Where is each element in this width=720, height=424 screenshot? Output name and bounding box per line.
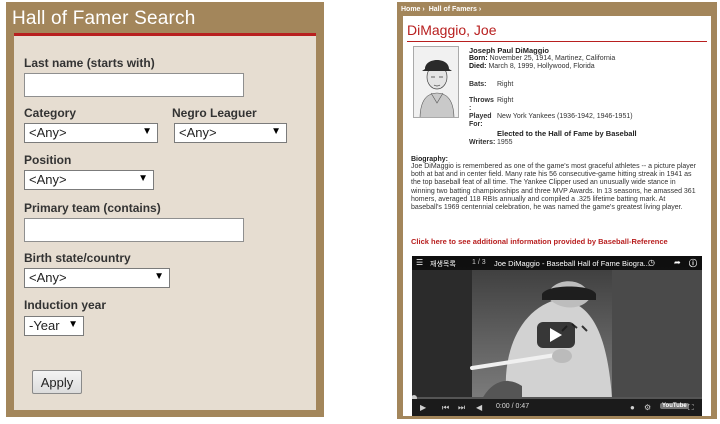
search-form: Last name (starts with) Category <Any> ▼…	[14, 33, 316, 410]
video-title[interactable]: Joe DiMaggio - Baseball Hall of Fame Bio…	[494, 259, 650, 268]
negro-leaguer-select[interactable]: <Any> ▼	[174, 123, 287, 143]
induction-year-label: Induction year	[24, 298, 107, 312]
birth-state-label: Birth state/country	[24, 251, 131, 265]
died-value: March 8, 1999, Hollywood, Florida	[488, 63, 595, 70]
played-for-value: New York Yankees (1936-1942, 1946-1951)	[497, 113, 633, 120]
category-select[interactable]: <Any> ▼	[24, 123, 158, 143]
position-label: Position	[24, 153, 72, 167]
category-label: Category	[24, 106, 77, 120]
bats-value: Right	[497, 81, 514, 88]
last-name-input[interactable]	[24, 73, 244, 97]
player-detail-body: DiMaggio, Joe Joseph Paul DiMaggio Born:…	[403, 16, 711, 416]
player-title: DiMaggio, Joe	[407, 22, 497, 38]
primary-team-input[interactable]	[24, 218, 244, 242]
negro-leaguer-select-value: <Any>	[179, 125, 217, 140]
breadcrumb: Home › Hall of Famers ›	[401, 6, 483, 13]
position-select-value: <Any>	[29, 172, 67, 187]
apply-button[interactable]: Apply	[32, 370, 82, 394]
died-line: Died: March 8, 1999, Hollywood, Florida	[469, 62, 595, 71]
volume-icon[interactable]: ◀	[476, 403, 482, 412]
hof-election-text: Elected to the Hall of Fame by Baseball	[497, 129, 637, 138]
induction-year-select-value: -Year	[29, 318, 60, 333]
dropdown-arrow-icon: ▼	[271, 126, 281, 137]
video-top-bar: ☰ 재생목록 1 / 3 Joe DiMaggio - Baseball Hal…	[412, 256, 702, 270]
dropdown-arrow-icon: ▼	[138, 173, 148, 184]
last-name-label: Last name (starts with)	[24, 56, 155, 70]
born-value: November 25, 1914, Martinez, California	[489, 55, 616, 62]
writers-label: Writers:	[469, 139, 496, 146]
youtube-logo[interactable]: YouTube	[660, 403, 689, 409]
share-icon[interactable]: ➦	[674, 258, 681, 267]
election-year: 1955	[497, 139, 513, 146]
playlist-count: 1 / 3	[472, 259, 486, 266]
throws-label: Throws	[469, 97, 494, 104]
next-icon[interactable]: ⏭	[458, 403, 465, 413]
throws-value: Right	[497, 97, 514, 104]
biography-text: Joe DiMaggio is remembered as one of the…	[411, 163, 696, 212]
primary-team-label: Primary team (contains)	[24, 201, 161, 215]
birth-state-select[interactable]: <Any> ▼	[24, 268, 170, 288]
playlist-label[interactable]: 재생목록	[430, 259, 456, 269]
born-label: Born:	[469, 55, 488, 62]
player-photo	[413, 46, 459, 118]
player-detail-panel: Home › Hall of Famers › DiMaggio, Joe Jo…	[397, 2, 717, 419]
search-title: Hall of Famer Search	[12, 8, 196, 29]
previous-icon[interactable]: ⏮	[442, 403, 449, 413]
playlist-icon[interactable]: ☰	[416, 258, 423, 267]
dropdown-arrow-icon: ▼	[68, 319, 78, 330]
settings-icon[interactable]: ⚙	[644, 403, 651, 412]
induction-year-select[interactable]: -Year ▼	[24, 316, 84, 336]
captions-icon[interactable]: ●	[630, 403, 635, 412]
info-icon[interactable]: ⓘ	[689, 258, 697, 269]
dropdown-arrow-icon: ▼	[154, 271, 164, 282]
watch-later-icon[interactable]: ◷	[648, 258, 655, 267]
negro-leaguer-label: Negro Leaguer	[172, 106, 257, 120]
died-label: Died:	[469, 63, 487, 70]
birth-state-select-value: <Any>	[29, 270, 67, 285]
video-player[interactable]: ☰ 재생목록 1 / 3 Joe DiMaggio - Baseball Hal…	[412, 256, 702, 416]
bats-label: Bats:	[469, 81, 487, 88]
breadcrumb-home-link[interactable]: Home ›	[401, 6, 425, 13]
search-panel: Hall of Famer Search Last name (starts w…	[6, 2, 324, 417]
title-divider	[407, 41, 707, 42]
play-icon[interactable]: ▶	[420, 403, 426, 412]
played-for-label: For:	[469, 121, 483, 128]
play-button[interactable]	[537, 322, 575, 348]
dropdown-arrow-icon: ▼	[142, 126, 152, 137]
position-select[interactable]: <Any> ▼	[24, 170, 154, 190]
fullscreen-icon[interactable]: ⛶	[688, 403, 694, 413]
baseball-reference-link[interactable]: Click here to see additional information…	[411, 237, 668, 246]
breadcrumb-hall-of-famers-link[interactable]: Hall of Famers ›	[429, 6, 482, 13]
category-select-value: <Any>	[29, 125, 67, 140]
video-controls: ▶ ⏮ ⏭ ◀ 0:00 / 0:47 ● ⚙ YouTube ⛶	[412, 399, 702, 416]
time-display: 0:00 / 0:47	[496, 403, 530, 410]
